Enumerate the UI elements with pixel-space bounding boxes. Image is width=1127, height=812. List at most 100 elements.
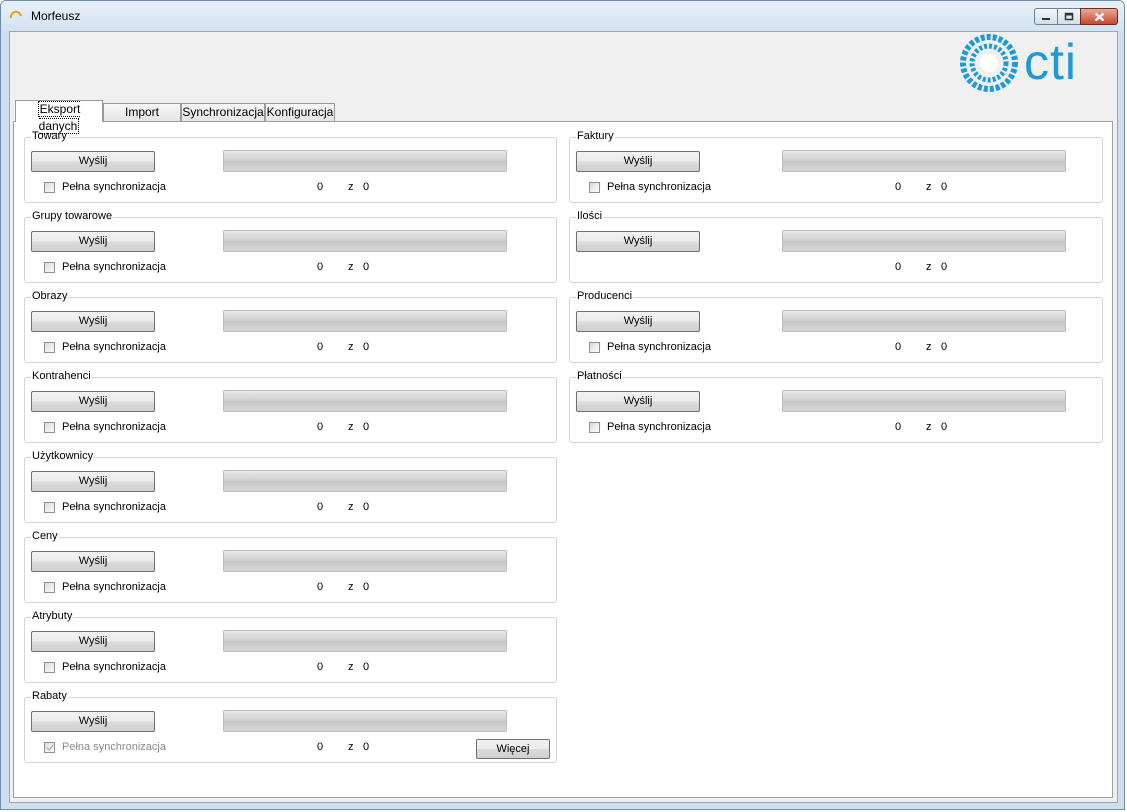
- tab-import-danych[interactable]: Import danych: [103, 103, 181, 136]
- tab-eksport-danych[interactable]: Eksport danych: [15, 100, 103, 134]
- checkbox-box[interactable]: [44, 661, 55, 673]
- full-sync-checkbox-uzytkownicy[interactable]: Pełna synchronizacja: [44, 501, 166, 513]
- send-button-atrybuty[interactable]: Wyślij: [31, 631, 155, 652]
- progress-total: 0: [363, 341, 370, 353]
- send-button-obrazy[interactable]: Wyślij: [31, 311, 155, 332]
- progress-total: 0: [941, 341, 948, 353]
- checkbox-box[interactable]: [589, 341, 600, 353]
- group-atrybuty: Atrybuty Wyślij Pełna synchronizacja 0z0: [24, 610, 557, 683]
- full-sync-checkbox-producenci[interactable]: Pełna synchronizacja: [589, 341, 711, 353]
- checkbox-label: Pełna synchronizacja: [607, 341, 711, 353]
- tab-synchronizacja[interactable]: Synchronizacja: [181, 103, 265, 121]
- group-grupy-towarowe: Grupy towarowe Wyślij Pełna synchronizacj…: [24, 210, 557, 283]
- progress-total: 0: [363, 661, 370, 673]
- full-sync-checkbox-grupy-towarowe[interactable]: Pełna synchronizacja: [44, 261, 166, 273]
- progress-total: 0: [363, 581, 370, 593]
- title-bar[interactable]: Morfeusz: [1, 1, 1124, 31]
- progress-separator: z: [926, 421, 932, 433]
- progress-bar-producenci: [782, 310, 1066, 332]
- progress-separator: z: [348, 581, 354, 593]
- send-button-ceny[interactable]: Wyślij: [31, 551, 155, 572]
- window-title: Morfeusz: [31, 9, 81, 23]
- checkbox-box[interactable]: [44, 501, 55, 513]
- progress-count: 0: [895, 341, 902, 353]
- checkbox-label: Pełna synchronizacja: [62, 501, 166, 513]
- full-sync-checkbox-faktury[interactable]: Pełna synchronizacja: [589, 181, 711, 193]
- checkbox-box[interactable]: [44, 421, 55, 433]
- full-sync-checkbox-atrybuty[interactable]: Pełna synchronizacja: [44, 661, 166, 673]
- app-icon: [9, 10, 22, 19]
- progress-count: 0: [895, 421, 902, 433]
- checkbox-label: Pełna synchronizacja: [62, 341, 166, 353]
- full-sync-checkbox-towary[interactable]: Pełna synchronizacja: [44, 181, 166, 193]
- progress-total: 0: [363, 261, 370, 273]
- send-button-towary[interactable]: Wyślij: [31, 151, 155, 172]
- tab-konfiguracja[interactable]: Konfiguracja: [265, 103, 335, 121]
- send-button-uzytkownicy[interactable]: Wyślij: [31, 471, 155, 492]
- progress-bar-platnosci: [782, 390, 1066, 412]
- progress-count: 0: [317, 421, 324, 433]
- group-label: Płatności: [576, 370, 623, 382]
- progress-total: 0: [941, 261, 948, 273]
- checkbox-box[interactable]: [44, 341, 55, 353]
- checkbox-label: Pełna synchronizacja: [607, 421, 711, 433]
- send-button-rabaty[interactable]: Wyślij: [31, 711, 155, 732]
- full-sync-checkbox-kontrahenci[interactable]: Pełna synchronizacja: [44, 421, 166, 433]
- progress-total: 0: [363, 741, 370, 753]
- checkbox-label: Pełna synchronizacja: [607, 181, 711, 193]
- client-area: cti Eksport danych Import danych Synchro…: [9, 31, 1118, 803]
- group-label: Użytkownicy: [31, 450, 95, 462]
- checkbox-box: [44, 741, 55, 753]
- progress-total: 0: [941, 181, 948, 193]
- minimize-button[interactable]: [1034, 8, 1058, 25]
- checkbox-box[interactable]: [44, 261, 55, 273]
- progress-bar-uzytkownicy: [223, 470, 507, 492]
- full-sync-checkbox-ceny[interactable]: Pełna synchronizacja: [44, 581, 166, 593]
- group-platnosci: Płatności Wyślij Pełna synchronizacja 0z0: [569, 370, 1103, 443]
- logo-text: cti: [1024, 34, 1077, 90]
- progress-total: 0: [941, 421, 948, 433]
- checkbox-box[interactable]: [589, 421, 600, 433]
- send-button-faktury[interactable]: Wyślij: [576, 151, 700, 172]
- progress-bar-ilosci: [782, 230, 1066, 252]
- more-button[interactable]: Więcej: [476, 739, 550, 759]
- full-sync-checkbox-obrazy[interactable]: Pełna synchronizacja: [44, 341, 166, 353]
- full-sync-checkbox-rabaty: Pełna synchronizacja: [44, 741, 166, 753]
- progress-bar-grupy-towarowe: [223, 230, 507, 252]
- progress-separator: z: [348, 501, 354, 513]
- checkbox-label: Pełna synchronizacja: [62, 581, 166, 593]
- send-button-ilosci[interactable]: Wyślij: [576, 231, 700, 252]
- progress-count: 0: [317, 261, 324, 273]
- progress-bar-kontrahenci: [223, 390, 507, 412]
- send-button-kontrahenci[interactable]: Wyślij: [31, 391, 155, 412]
- restore-icon: [1064, 12, 1074, 21]
- progress-total: 0: [363, 501, 370, 513]
- cti-logo: cti: [960, 34, 1077, 92]
- minimize-icon: [1042, 17, 1050, 20]
- group-producenci: Producenci Wyślij Pełna synchronizacja 0z…: [569, 290, 1103, 363]
- progress-count: 0: [317, 341, 324, 353]
- group-label: Ilości: [576, 210, 604, 222]
- group-towary: Towary Wyślij Pełna synchronizacja 0z0: [24, 130, 557, 203]
- checkbox-box[interactable]: [589, 181, 600, 193]
- progress-separator: z: [348, 741, 354, 753]
- progress-count: 0: [317, 661, 324, 673]
- export-tab-panel: Towary Wyślij Pełna synchronizacja 0 z 0 Gru…: [13, 121, 1113, 798]
- send-button-producenci[interactable]: Wyślij: [576, 311, 700, 332]
- checkbox-box[interactable]: [44, 581, 55, 593]
- checkbox-label: Pełna synchronizacja: [62, 661, 166, 673]
- full-sync-checkbox-platnosci[interactable]: Pełna synchronizacja: [589, 421, 711, 433]
- checkbox-label: Pełna synchronizacja: [62, 261, 166, 273]
- send-button-grupy-towarowe[interactable]: Wyślij: [31, 231, 155, 252]
- checkbox-box[interactable]: [44, 181, 55, 193]
- maximize-button[interactable]: [1057, 8, 1081, 25]
- group-faktury: Faktury Wyślij Pełna synchronizacja 0z0: [569, 130, 1103, 203]
- send-button-platnosci[interactable]: Wyślij: [576, 391, 700, 412]
- progress-bar-towary: [223, 150, 507, 172]
- progress-separator: z: [348, 181, 354, 193]
- close-button[interactable]: [1080, 8, 1118, 25]
- group-label: Faktury: [576, 130, 615, 142]
- close-icon: [1094, 12, 1104, 21]
- progress-separator: z: [926, 181, 932, 193]
- group-uzytkownicy: Użytkownicy Wyślij Pełna synchronizacja 0…: [24, 450, 557, 523]
